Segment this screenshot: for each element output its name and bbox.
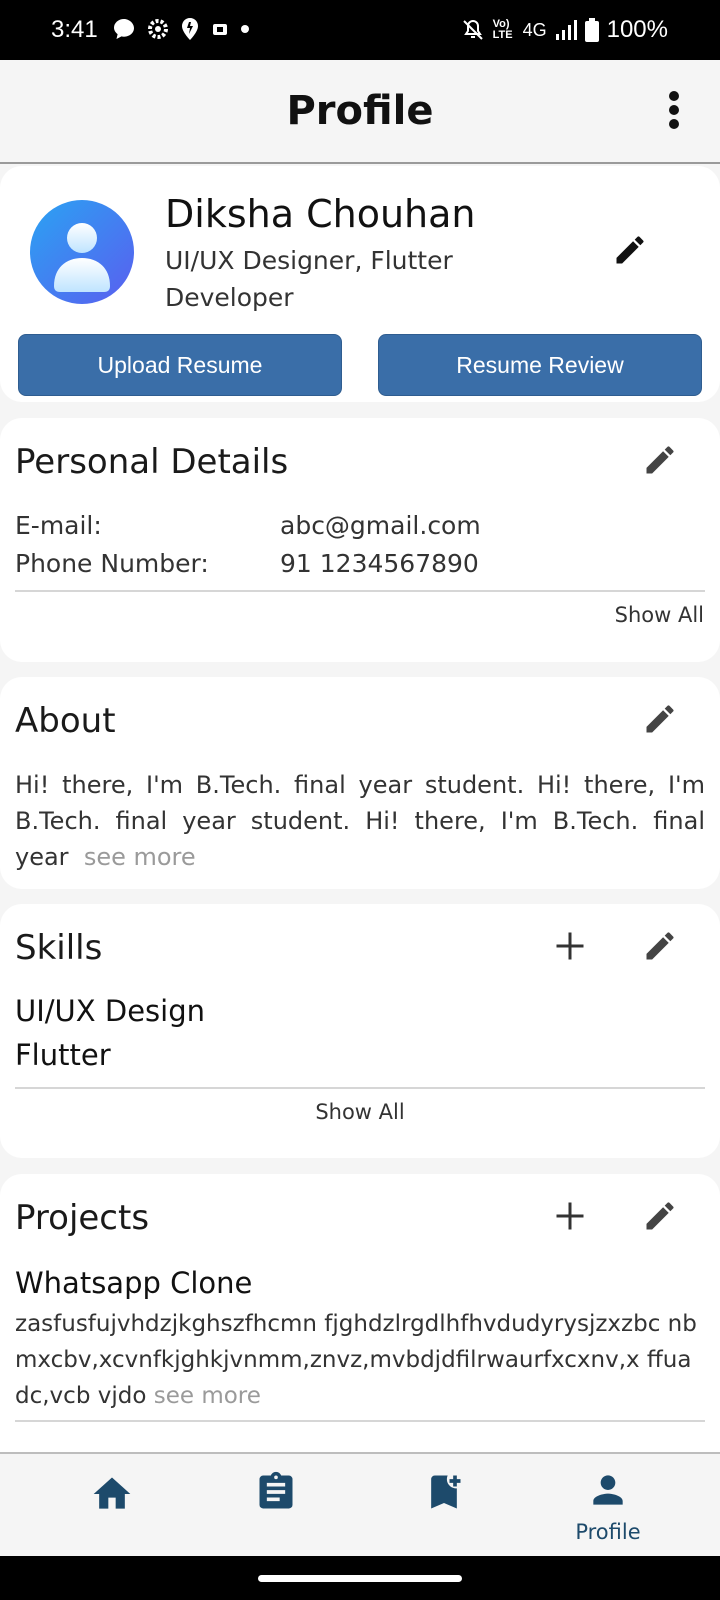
home-gesture-handle[interactable]	[258, 1575, 462, 1582]
add-skill-icon[interactable]	[552, 928, 588, 964]
edit-personal-details-icon[interactable]	[642, 442, 678, 478]
edit-skills-icon[interactable]	[642, 928, 678, 964]
personal-show-all-link[interactable]: Show All	[615, 603, 704, 627]
battery-level: 100%	[606, 16, 668, 43]
volte-badge: Vo) LTE	[492, 18, 513, 41]
location-icon	[182, 18, 198, 40]
page-title: Profile	[286, 88, 434, 134]
mute-icon	[462, 19, 483, 40]
home-icon	[93, 1477, 131, 1509]
profile-role-line-2: Developer	[165, 283, 294, 312]
projects-card: Projects Whatsapp Clone zasfusfujvhdzjkg…	[0, 1174, 720, 1474]
status-bar: 3:41 Vo) LTE 4G 100%	[0, 0, 720, 60]
about-text-block: Hi! there, I'm B.Tech. final year studen…	[15, 767, 705, 875]
battery-icon	[584, 18, 599, 42]
add-project-icon[interactable]	[552, 1198, 588, 1234]
projects-title: Projects	[15, 1198, 150, 1238]
clipboard-icon	[259, 1471, 293, 1509]
personal-details-card: Personal Details E-mail: abc@gmail.com P…	[0, 418, 720, 662]
nav-home[interactable]	[52, 1454, 172, 1558]
personal-details-title: Personal Details	[15, 442, 289, 482]
more-options-icon[interactable]	[668, 90, 680, 130]
project-name: Whatsapp Clone	[15, 1266, 253, 1300]
system-navigation-bar	[0, 1556, 720, 1600]
email-value: abc@gmail.com	[280, 511, 481, 540]
skills-title: Skills	[15, 928, 103, 968]
project-desc-block: zasfusfujvhdzjkghszfhcmn fjghdzlrgdlhfhv…	[15, 1306, 705, 1414]
about-title: About	[15, 701, 116, 741]
nav-profile[interactable]: Profile	[548, 1454, 668, 1558]
nav-profile-label: Profile	[575, 1520, 641, 1544]
upload-resume-button[interactable]: Upload Resume	[18, 334, 342, 396]
skill-item: UI/UX Design	[15, 994, 205, 1028]
project-see-more-link[interactable]: see more	[154, 1383, 261, 1409]
bottom-navigation: Profile	[0, 1452, 720, 1556]
resume-review-button[interactable]: Resume Review	[378, 334, 702, 396]
profile-name: Diksha Chouhan	[165, 192, 476, 236]
divider	[15, 590, 705, 592]
avatar[interactable]	[30, 200, 134, 304]
phone-label: Phone Number:	[15, 549, 209, 578]
skill-item: Flutter	[15, 1038, 111, 1072]
signal-icon	[555, 20, 577, 40]
app-notification-icon	[213, 24, 227, 35]
status-time: 3:41	[51, 16, 98, 43]
bookmark-add-icon	[431, 1475, 461, 1509]
profile-role-line-1: UI/UX Designer, Flutter	[165, 246, 453, 275]
divider	[15, 1420, 705, 1422]
edit-profile-icon[interactable]	[612, 232, 648, 268]
profile-role: UI/UX Designer, Flutter Developer	[165, 242, 453, 316]
skills-card: Skills UI/UX Design Flutter Show All	[0, 904, 720, 1158]
nav-applications[interactable]	[216, 1454, 336, 1558]
about-card: About Hi! there, I'm B.Tech. final year …	[0, 677, 720, 889]
divider	[15, 1087, 705, 1089]
settings-icon	[148, 19, 168, 39]
edit-projects-icon[interactable]	[642, 1198, 678, 1234]
message-icon	[114, 19, 134, 39]
skills-show-all-link[interactable]: Show All	[0, 1100, 720, 1124]
email-label: E-mail:	[15, 511, 102, 540]
project-description: zasfusfujvhdzjkghszfhcmn fjghdzlrgdlhfhv…	[15, 1311, 697, 1409]
network-type: 4G	[522, 19, 547, 40]
dot-icon	[241, 25, 249, 33]
edit-about-icon[interactable]	[642, 701, 678, 737]
nav-bookmarks[interactable]	[384, 1454, 504, 1558]
about-see-more-link[interactable]: see more	[84, 843, 196, 871]
person-icon	[593, 1475, 623, 1505]
app-bar: Profile	[0, 60, 720, 164]
phone-value: 91 1234567890	[280, 549, 479, 578]
